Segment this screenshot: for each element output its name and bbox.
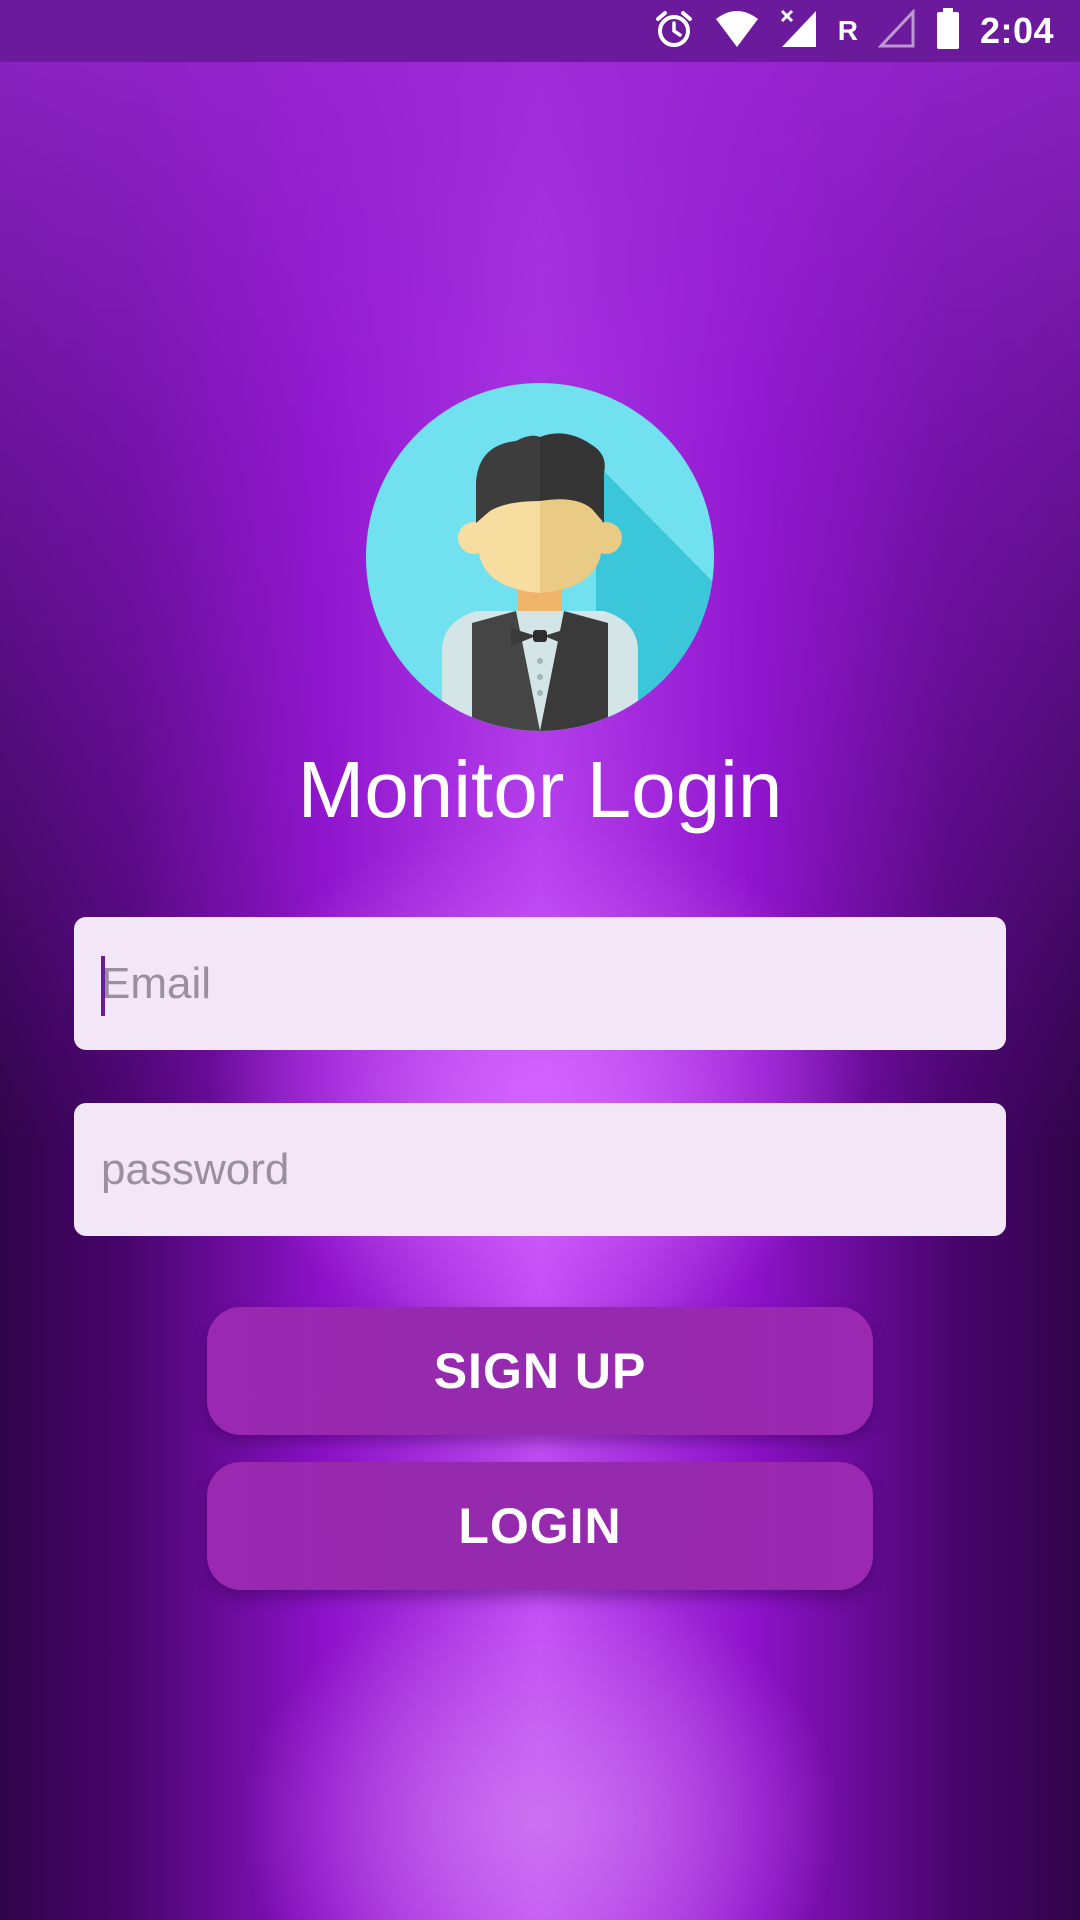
wifi-icon xyxy=(714,9,760,53)
waiter-avatar-icon xyxy=(366,383,714,731)
roaming-indicator: R xyxy=(837,15,858,46)
sign-up-button[interactable]: SIGN UP xyxy=(207,1307,873,1435)
no-signal-icon xyxy=(877,8,916,53)
alarm-icon xyxy=(654,9,694,53)
email-field[interactable] xyxy=(74,917,1006,1050)
status-time: 2:04 xyxy=(979,10,1054,51)
login-button[interactable]: LOGIN xyxy=(207,1462,873,1590)
text-cursor xyxy=(101,956,105,1016)
page-title: Monitor Login xyxy=(297,745,783,834)
battery-icon xyxy=(936,8,960,54)
password-field[interactable] xyxy=(74,1103,1006,1236)
status-bar: R 2:04 xyxy=(0,0,1080,62)
email-input[interactable] xyxy=(101,958,1006,1009)
password-input[interactable] xyxy=(101,1144,1006,1195)
mobile-signal-icon xyxy=(780,9,818,53)
